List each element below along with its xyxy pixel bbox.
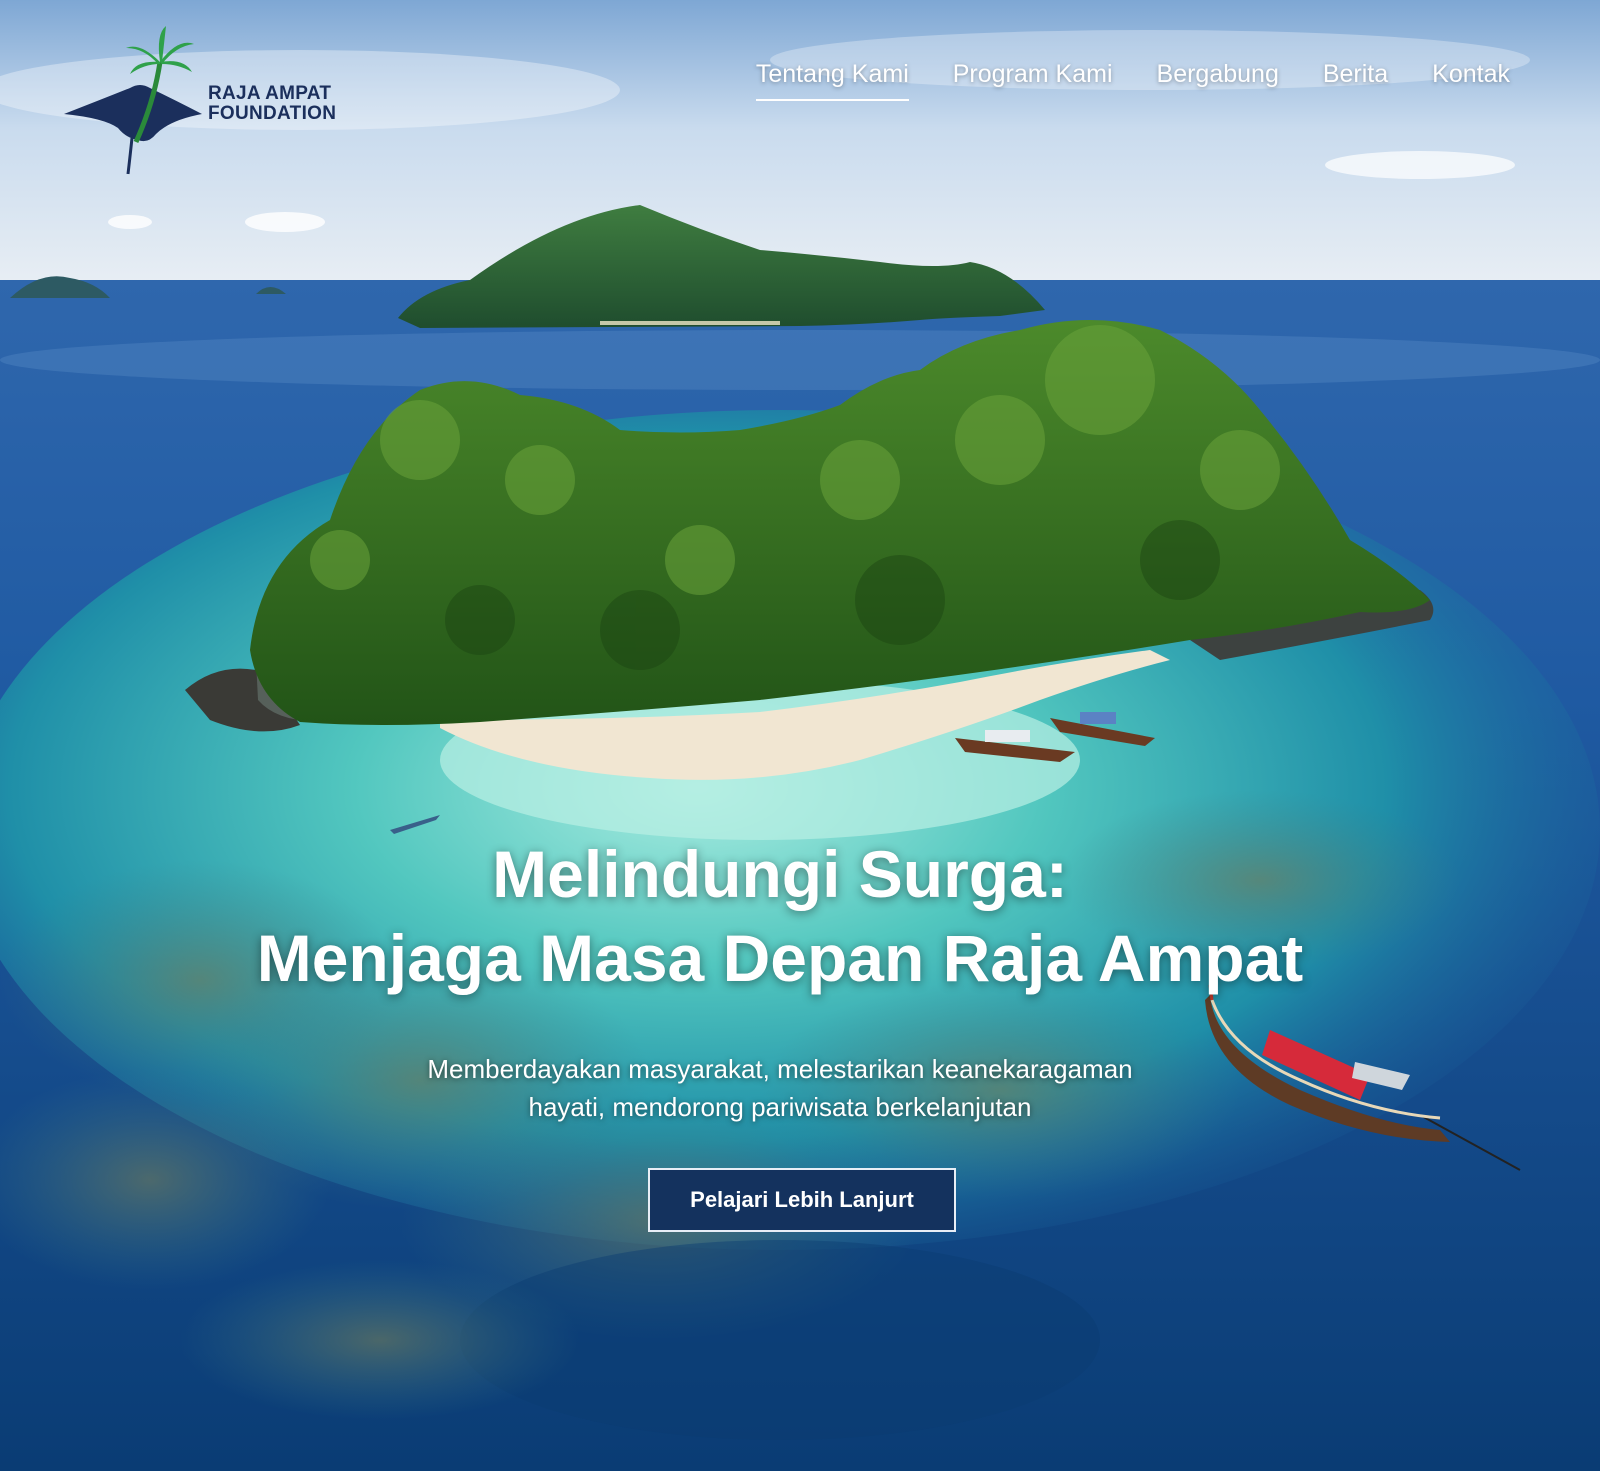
logo-wordmark: RAJA AMPAT FOUNDATION [208, 84, 336, 124]
hero-title: Melindungi Surga: Menjaga Masa Depan Raj… [0, 832, 1560, 1000]
nav-item-program-kami[interactable]: Program Kami [953, 60, 1113, 101]
logo-line-1: RAJA AMPAT [208, 83, 332, 104]
nav-item-bergabung[interactable]: Bergabung [1157, 60, 1279, 101]
nav-item-kontak[interactable]: Kontak [1432, 60, 1510, 101]
nav-item-tentang-kami[interactable]: Tentang Kami [755, 60, 909, 101]
hero-subtitle-line-1: Memberdayakan masyarakat, melestarikan k… [427, 1054, 1133, 1084]
hero-title-line-1: Melindungi Surga: [492, 837, 1068, 911]
learn-more-button[interactable]: Pelajari Lebih Lanjurt [648, 1168, 956, 1232]
hero-section: RAJA AMPAT FOUNDATION Tentang Kami Progr… [0, 0, 1600, 1471]
main-nav: Tentang Kami Program Kami Bergabung Beri… [755, 60, 1510, 101]
hero-title-line-2: Menjaga Masa Depan Raja Ampat [256, 921, 1304, 995]
hero-background-image [0, 0, 1600, 1471]
hero-subtitle-line-2: hayati, mendorong pariwisata berkelanjut… [528, 1092, 1032, 1122]
hero-subtitle: Memberdayakan masyarakat, melestarikan k… [0, 1050, 1560, 1126]
nav-item-berita[interactable]: Berita [1323, 60, 1388, 101]
logo-line-2: FOUNDATION [208, 103, 337, 124]
manta-ray-palm-tree-icon [64, 26, 202, 175]
logo[interactable]: RAJA AMPAT FOUNDATION [60, 22, 360, 182]
